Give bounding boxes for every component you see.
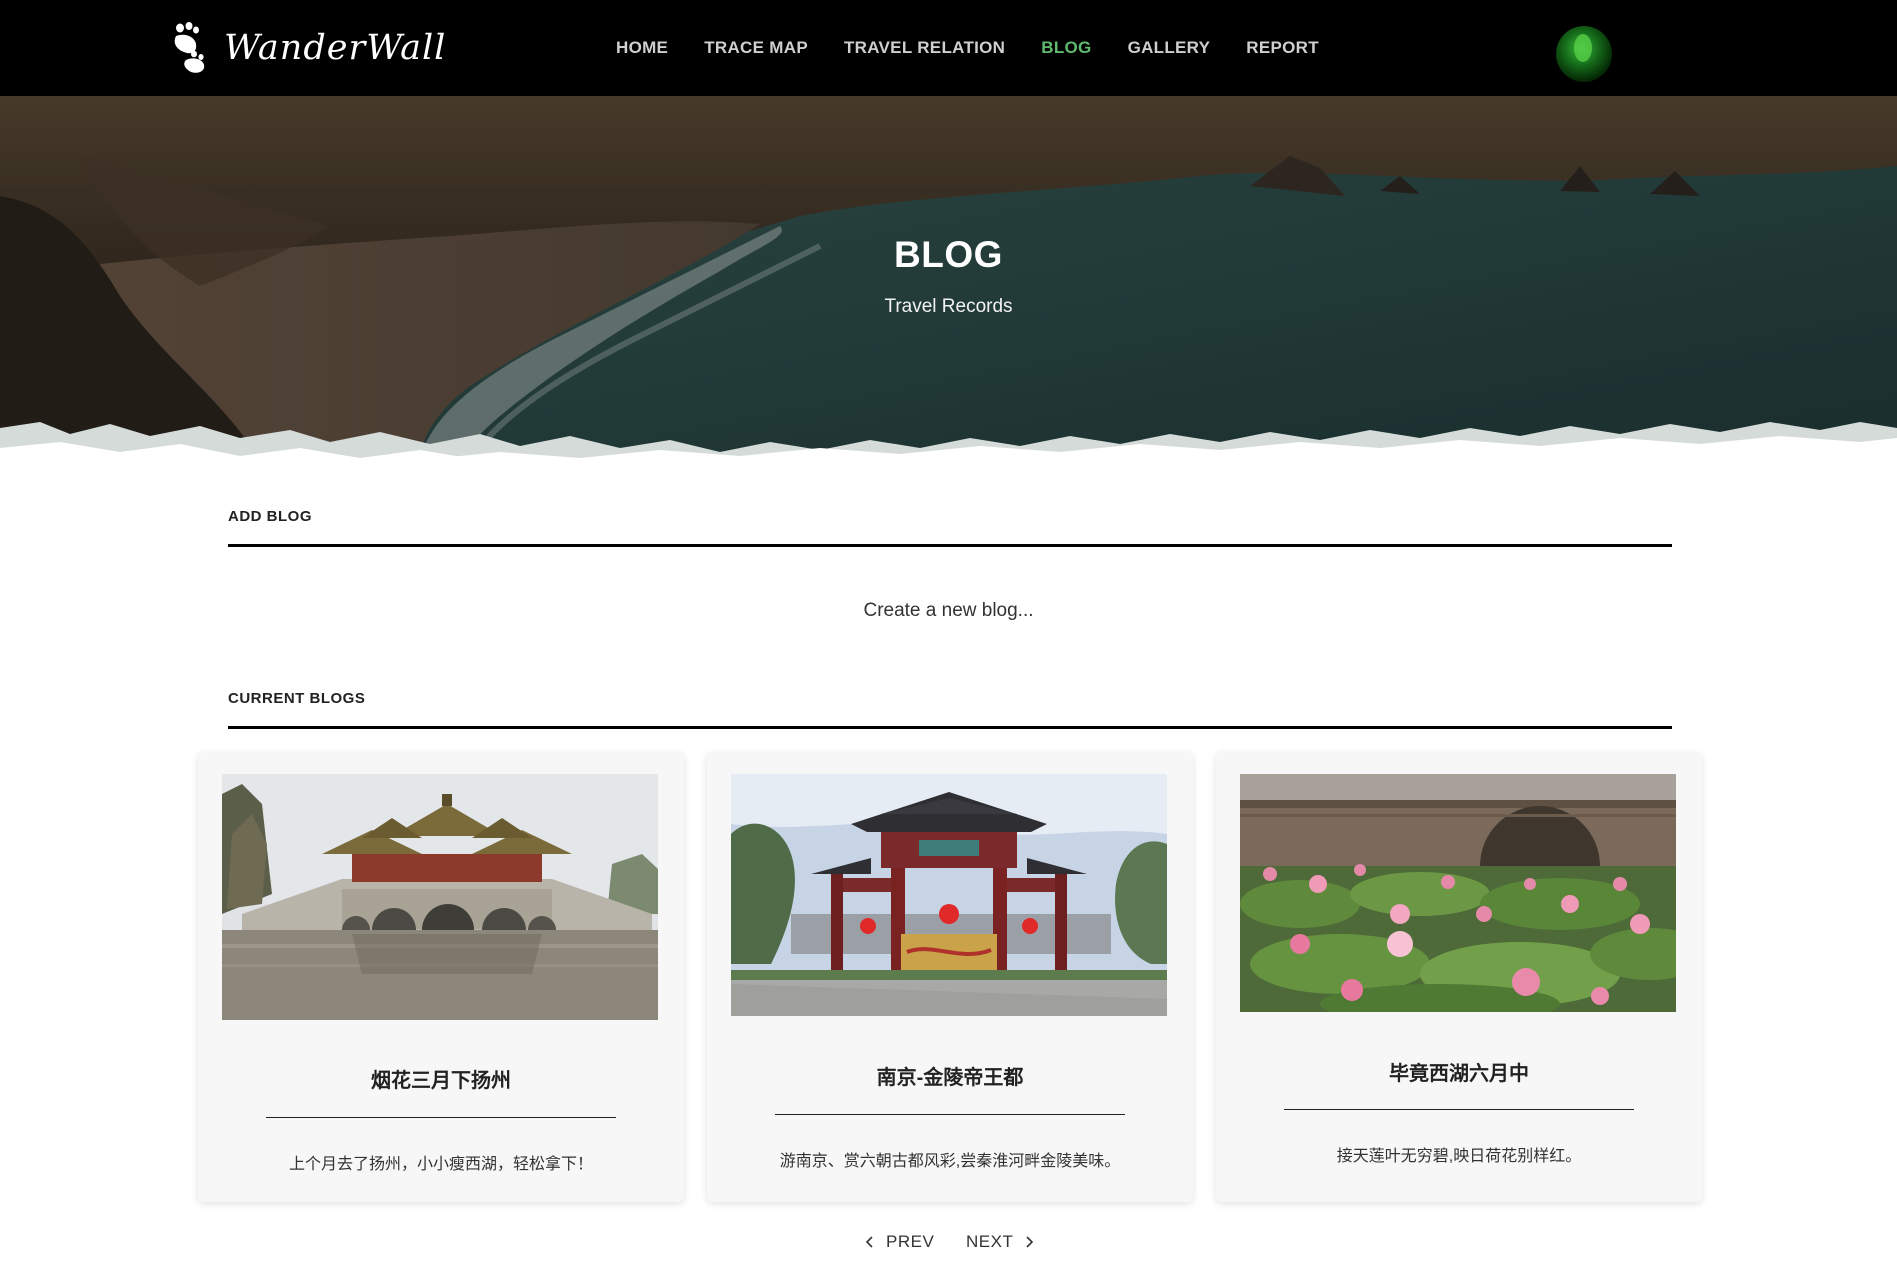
lotus-pond-image [1240, 774, 1676, 1012]
archway-image [731, 774, 1167, 1016]
nav-home[interactable]: HOME [616, 38, 668, 58]
top-navbar: WanderWall HOME TRACE MAP TRAVEL RELATIO… [0, 0, 1897, 96]
nav-gallery[interactable]: GALLERY [1128, 38, 1211, 58]
nav-report[interactable]: REPORT [1246, 38, 1319, 58]
chevron-left-icon [865, 1236, 873, 1248]
brand-logo[interactable]: WanderWall [166, 22, 446, 74]
hero-title: BLOG [894, 234, 1003, 275]
chevron-right-icon [1026, 1236, 1034, 1248]
next-page-button[interactable]: NEXT [966, 1232, 1035, 1252]
next-page-label: NEXT [966, 1232, 1014, 1251]
add-blog-divider [228, 544, 1672, 547]
blog-card-image[interactable] [1240, 774, 1676, 1012]
current-blogs-heading: CURRENT BLOGS [228, 690, 366, 707]
nav-travel-relation[interactable]: TRAVEL RELATION [844, 38, 1005, 58]
blog-card-nanjing[interactable]: 南京-金陵帝王都 游南京、赏六朝古都风彩,尝秦淮河畔金陵美味。 [707, 752, 1193, 1202]
blog-card-title[interactable]: 烟花三月下扬州 [198, 1064, 684, 1093]
pavilion-bridge-image [222, 774, 658, 1020]
hero-subtitle: Travel Records [884, 296, 1013, 317]
add-blog-section: ADD BLOG [228, 508, 1672, 547]
blog-card-image[interactable] [222, 774, 658, 1020]
blog-card-image[interactable] [731, 774, 1167, 1016]
blog-card-description: 接天莲叶无穷碧,映日荷花别样红。 [1336, 1148, 1582, 1165]
nav-blog[interactable]: BLOG [1041, 38, 1091, 58]
current-blogs-section: CURRENT BLOGS [228, 690, 1672, 729]
current-blogs-divider [228, 726, 1672, 729]
brand-name: WanderWall [224, 28, 447, 68]
blog-card-description: 上个月去了扬州，小小瘦西湖，轻松拿下！ [288, 1156, 593, 1173]
create-blog-link[interactable]: Create a new blog... [0, 600, 1897, 622]
blog-card-yangzhou[interactable]: 烟花三月下扬州 上个月去了扬州，小小瘦西湖，轻松拿下！ [198, 752, 684, 1202]
user-avatar[interactable] [1556, 26, 1612, 82]
blog-card-title[interactable]: 毕竟西湖六月中 [1216, 1057, 1702, 1086]
hero-banner: BLOG Travel Records [0, 96, 1897, 460]
prev-page-button[interactable]: PREV [864, 1232, 934, 1252]
add-blog-heading: ADD BLOG [228, 508, 312, 525]
blog-card-west-lake[interactable]: 毕竟西湖六月中 接天莲叶无穷碧,映日荷花别样红。 [1216, 752, 1702, 1202]
prev-page-label: PREV [886, 1232, 935, 1251]
blog-card-divider [266, 1117, 616, 1118]
blog-card-divider [775, 1114, 1125, 1115]
footprints-icon [174, 22, 205, 73]
nav-trace-map[interactable]: TRACE MAP [704, 38, 808, 58]
main-nav: HOME TRACE MAP TRAVEL RELATION BLOG GALL… [616, 0, 1355, 96]
blog-card-title[interactable]: 南京-金陵帝王都 [707, 1061, 1193, 1090]
blog-card-divider [1284, 1109, 1634, 1110]
blog-card-description: 游南京、赏六朝古都风彩,尝秦淮河畔金陵美味。 [779, 1153, 1121, 1170]
coastline-background-image [0, 96, 1897, 460]
